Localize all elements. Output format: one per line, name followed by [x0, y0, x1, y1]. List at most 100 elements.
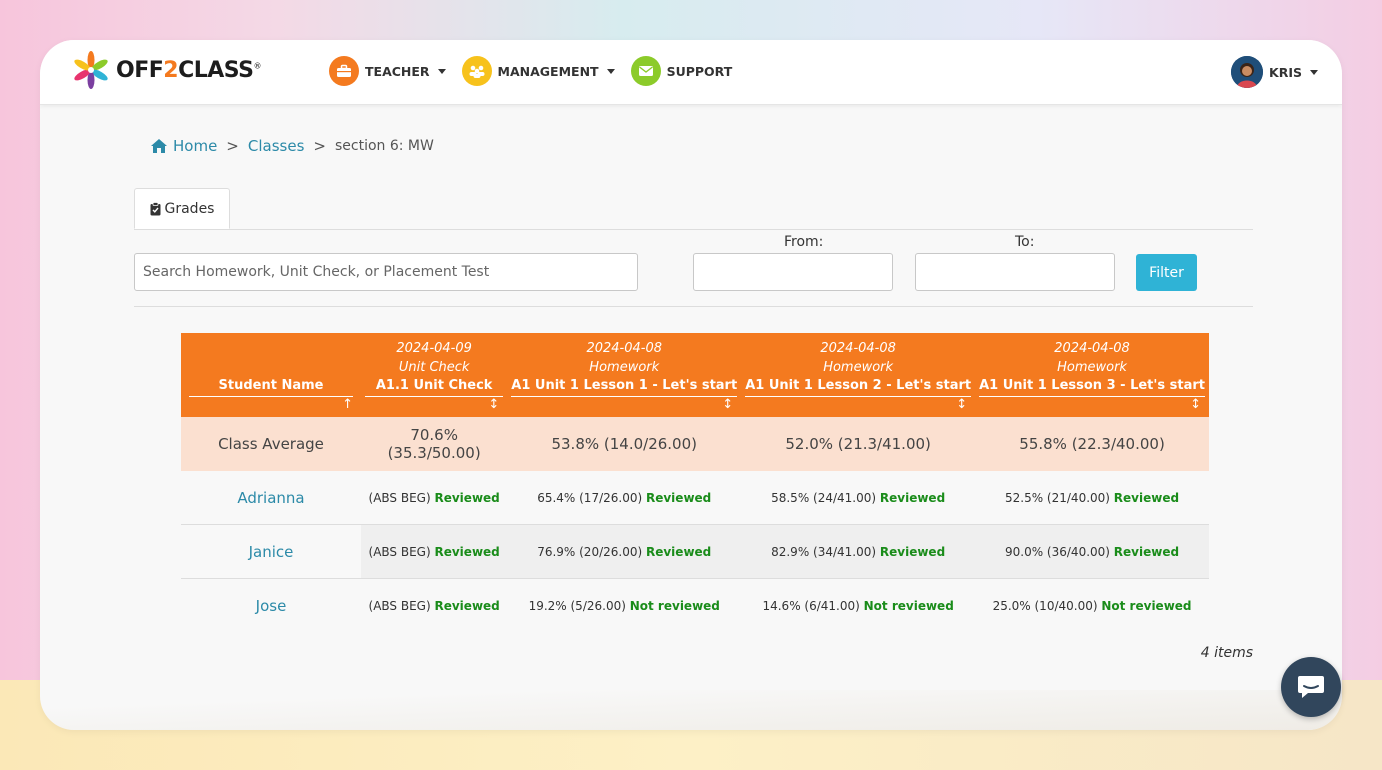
column-header-assignment[interactable]: 2024-04-08 Homework A1 Unit 1 Lesson 1 -…: [507, 333, 742, 417]
column-type: Unit Check: [398, 360, 470, 375]
breadcrumb-separator: >: [226, 137, 239, 155]
grade-score: 25.0% (10/40.00): [992, 598, 1098, 613]
people-icon: [461, 56, 492, 86]
nav-management[interactable]: MANAGEMENT: [461, 56, 615, 86]
grade-cell[interactable]: (ABS BEG) Reviewed: [361, 579, 507, 633]
class-average-row: Class Average 70.6% (35.3/50.00) 53.8% (…: [181, 417, 1209, 471]
grade-cell[interactable]: (ABS BEG) Reviewed: [361, 471, 508, 525]
class-average-value: 52.0% (21.3/41.00): [741, 417, 976, 471]
brand-name: OFF2CLASS®: [116, 57, 261, 83]
user-name: KRIS: [1269, 64, 1302, 80]
grade-cell[interactable]: 25.0% (10/40.00) Not reviewed: [975, 579, 1209, 633]
column-date: 2024-04-08: [586, 341, 663, 356]
grade-score: 14.6% (6/41.00): [762, 598, 860, 613]
chat-bubble-icon: [1298, 676, 1324, 698]
column-header-student-name[interactable]: Student Name ↑: [181, 333, 361, 417]
from-date-field[interactable]: [693, 253, 893, 291]
column-header-assignment[interactable]: 2024-04-09 Unit Check A1.1 Unit Check ↕: [361, 333, 508, 417]
column-title: A1 Unit 1 Lesson 1 - Let's start: [511, 377, 738, 397]
grade-score: 58.5% (24/41.00): [771, 490, 877, 505]
sort-icon[interactable]: ↕: [511, 397, 737, 413]
class-average-value: 55.8% (22.3/40.00): [975, 417, 1209, 471]
off2class-logo[interactable]: OFF2CLASS®: [70, 50, 261, 90]
flower-logo-icon: [74, 51, 108, 89]
table-row: Janice (ABS BEG) Reviewed 76.9% (20/26.0…: [181, 524, 1209, 579]
table-row: Jose (ABS BEG) Reviewed 19.2% (5/26.00) …: [181, 579, 1209, 633]
grade-cell[interactable]: 19.2% (5/26.00) Not reviewed: [507, 579, 741, 633]
status-label: Reviewed: [645, 544, 712, 559]
app-window: OFF2CLASS® TEACHER MANAGEMENT SUPPORT KR…: [40, 40, 1342, 730]
chat-button[interactable]: [1281, 657, 1341, 717]
nav-teacher[interactable]: TEACHER: [329, 56, 446, 86]
grade-score: 65.4% (17/26.00): [537, 490, 643, 505]
from-label: From:: [784, 234, 824, 250]
top-navbar: OFF2CLASS® TEACHER MANAGEMENT SUPPORT KR…: [40, 40, 1342, 105]
tab-grades[interactable]: Grades: [134, 188, 230, 229]
grade-cell[interactable]: (ABS BEG) Reviewed: [361, 524, 508, 579]
clipboard-icon: [150, 201, 160, 215]
chevron-down-icon: [1310, 69, 1318, 75]
column-title: A1 Unit 1 Lesson 3 - Let's start: [979, 377, 1205, 397]
nav-management-label: MANAGEMENT: [497, 63, 599, 79]
grade-score: (ABS BEG): [368, 490, 431, 505]
nav-teacher-label: TEACHER: [365, 63, 430, 79]
to-date-field[interactable]: [915, 253, 1115, 291]
student-name-link[interactable]: Jose: [181, 579, 361, 633]
home-icon: [151, 139, 167, 153]
sort-icon[interactable]: ↕: [745, 397, 971, 413]
grade-cell[interactable]: 52.5% (21/40.00) Reviewed: [975, 471, 1209, 525]
breadcrumb-classes[interactable]: Classes: [248, 137, 305, 155]
status-label: Not reviewed: [1101, 598, 1192, 613]
sort-icon[interactable]: ↕: [979, 397, 1205, 413]
column-title: A1.1 Unit Check: [365, 377, 504, 397]
status-label: Reviewed: [434, 490, 500, 505]
breadcrumb-current: section 6: MW: [334, 138, 434, 154]
grade-score: 19.2% (5/26.00): [528, 598, 626, 613]
avatar: [1231, 56, 1264, 88]
status-label: Reviewed: [879, 544, 946, 559]
status-label: Reviewed: [879, 490, 946, 505]
grade-cell[interactable]: 76.9% (20/26.00) Reviewed: [507, 524, 742, 579]
grade-cell[interactable]: 82.9% (34/41.00) Reviewed: [741, 524, 976, 579]
status-label: Not reviewed: [629, 598, 720, 613]
grade-score: 52.5% (21/40.00): [1005, 490, 1110, 505]
footer-wave: [40, 690, 1342, 730]
column-date: 2024-04-08: [820, 341, 896, 356]
grade-score: (ABS BEG): [368, 598, 431, 613]
class-average-value: 53.8% (14.0/26.00): [507, 417, 742, 471]
grade-cell[interactable]: 65.4% (17/26.00) Reviewed: [507, 471, 742, 525]
column-title: Student Name: [189, 377, 353, 397]
class-average-value: 70.6% (35.3/50.00): [361, 417, 508, 471]
breadcrumb-home[interactable]: Home: [173, 137, 217, 155]
column-type: Homework: [823, 360, 894, 375]
grade-score: 82.9% (34/41.00): [771, 544, 877, 559]
column-header-assignment[interactable]: 2024-04-08 Homework A1 Unit 1 Lesson 2 -…: [741, 333, 976, 417]
grade-cell[interactable]: 58.5% (24/41.00) Reviewed: [741, 471, 976, 525]
column-header-assignment[interactable]: 2024-04-08 Homework A1 Unit 1 Lesson 3 -…: [975, 333, 1209, 417]
grades-table: Student Name ↑ 2024-04-09 Unit Check A1.…: [181, 333, 1209, 632]
user-menu[interactable]: KRIS: [1231, 56, 1318, 88]
grade-cell[interactable]: 90.0% (36/40.00) Reviewed: [975, 524, 1209, 579]
breadcrumb-separator: >: [313, 137, 326, 155]
search-input[interactable]: [134, 253, 638, 291]
nav-support[interactable]: SUPPORT: [630, 56, 732, 86]
grade-cell[interactable]: 14.6% (6/41.00) Not reviewed: [741, 579, 975, 633]
chevron-down-icon: [437, 68, 446, 74]
column-date: 2024-04-08: [1054, 341, 1130, 356]
sort-asc-icon[interactable]: ↑: [185, 397, 357, 413]
column-type: Homework: [1057, 360, 1127, 375]
grade-score: 90.0% (36/40.00): [1005, 544, 1110, 559]
grade-score: (ABS BEG): [368, 544, 431, 559]
status-label: Reviewed: [1113, 490, 1180, 505]
column-type: Homework: [589, 360, 660, 375]
status-label: Reviewed: [645, 490, 712, 505]
status-label: Reviewed: [1113, 544, 1180, 559]
student-name-link[interactable]: Janice: [181, 524, 361, 579]
student-name-link[interactable]: Adrianna: [181, 471, 361, 525]
status-label: Reviewed: [434, 598, 500, 613]
status-label: Not reviewed: [863, 598, 954, 613]
column-date: 2024-04-09: [396, 341, 472, 356]
briefcase-icon: [329, 56, 359, 86]
sort-icon[interactable]: ↕: [365, 397, 503, 413]
filter-button[interactable]: Filter: [1136, 254, 1197, 291]
